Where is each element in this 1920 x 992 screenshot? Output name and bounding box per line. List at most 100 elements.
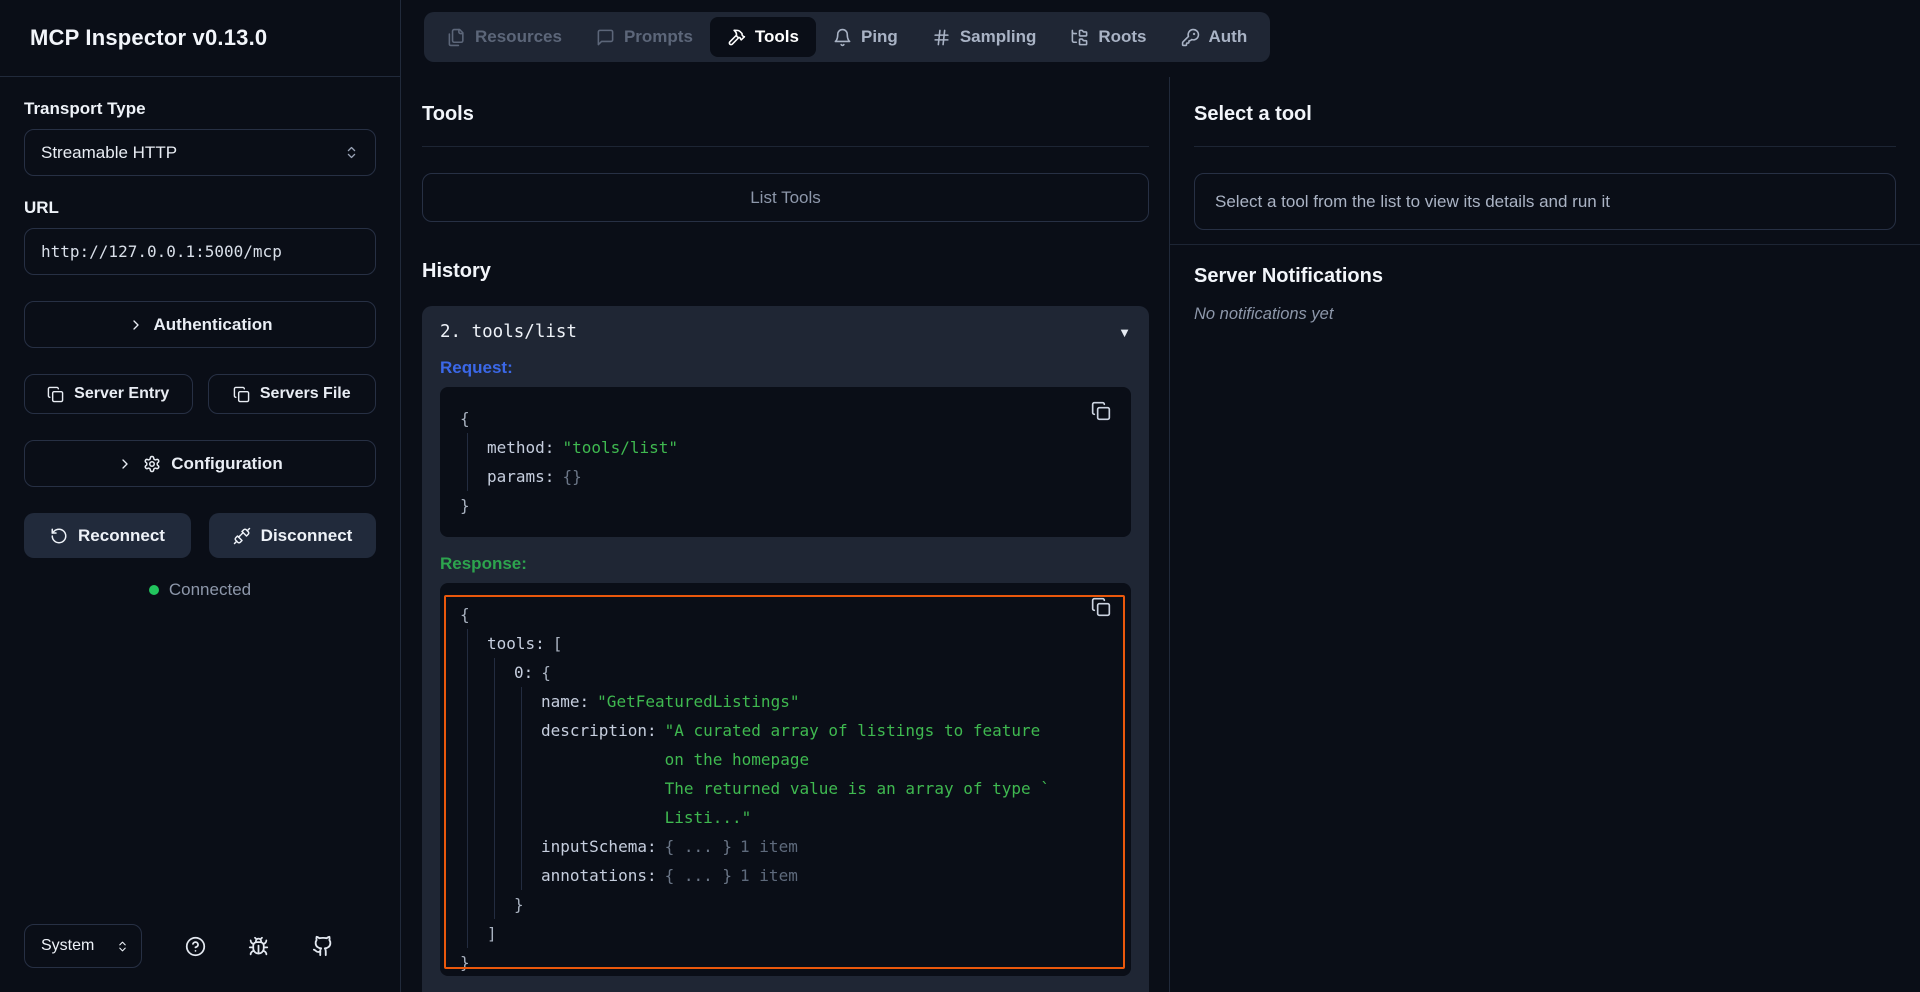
copy-icon <box>1091 401 1111 421</box>
servers-file-label: Servers File <box>260 385 351 403</box>
message-square-icon <box>596 28 615 47</box>
tab-label: Sampling <box>960 27 1037 47</box>
servers-file-button[interactable]: Servers File <box>208 374 377 414</box>
code-line: ] <box>487 919 1111 948</box>
sidebar: MCP Inspector v0.13.0 Transport Type Str… <box>0 0 401 992</box>
tab-sampling[interactable]: Sampling <box>915 17 1054 57</box>
history-entry: 2. tools/list ▼ Request: { method:"tools… <box>422 306 1149 992</box>
server-entry-button[interactable]: Server Entry <box>24 374 193 414</box>
history-entry-header[interactable]: 2. tools/list ▼ <box>440 322 1131 342</box>
nav-tabs: Resources Prompts Tools <box>424 12 1270 62</box>
transport-type-label: Transport Type <box>24 99 376 119</box>
footer-icons <box>142 935 376 957</box>
reconnect-button[interactable]: Reconnect <box>24 513 191 558</box>
tab-auth[interactable]: Auth <box>1164 17 1265 57</box>
tab-label: Roots <box>1098 27 1146 47</box>
history-entry-title: 2. tools/list <box>440 322 577 342</box>
code-line: { <box>460 600 1111 629</box>
authentication-button[interactable]: Authentication <box>24 301 376 348</box>
tab-prompts[interactable]: Prompts <box>579 17 710 57</box>
chevrons-up-down-icon <box>344 145 359 160</box>
hash-icon <box>932 28 951 47</box>
connection-buttons-row: Reconnect Disconnect <box>24 513 376 558</box>
files-icon <box>447 28 466 47</box>
github-icon[interactable] <box>312 935 334 957</box>
help-icon[interactable] <box>185 936 206 957</box>
center-column: Tools List Tools History 2. tools/list ▼… <box>401 77 1170 992</box>
code-line: } <box>460 491 1111 520</box>
theme-select-value: System <box>41 937 94 955</box>
rotate-ccw-icon <box>50 527 68 545</box>
code-indent-block: method:"tools/list" params:{} <box>467 433 1111 491</box>
code-indent-block: tools:[ 0:{ name:"GetFeaturedListings" d… <box>467 629 1111 948</box>
response-label: Response: <box>440 554 1131 574</box>
app-title: MCP Inspector v0.13.0 <box>30 25 370 51</box>
code-line: } <box>460 948 1111 976</box>
copy-request-button[interactable] <box>1091 401 1111 421</box>
authentication-label: Authentication <box>154 315 273 335</box>
code-line: { <box>460 404 1111 433</box>
server-buttons-row: Server Entry Servers File <box>24 374 376 414</box>
code-line: params:{} <box>487 462 1111 491</box>
server-notifications-title: Server Notifications <box>1194 265 1896 288</box>
chevron-right-icon <box>128 317 144 333</box>
tab-ping[interactable]: Ping <box>816 17 915 57</box>
tab-roots[interactable]: Roots <box>1053 17 1163 57</box>
url-label: URL <box>24 198 376 218</box>
tab-tools[interactable]: Tools <box>710 17 816 57</box>
disconnect-button[interactable]: Disconnect <box>209 513 376 558</box>
collapse-triangle-icon[interactable]: ▼ <box>1118 325 1131 340</box>
code-indent-block: 0:{ name:"GetFeaturedListings" descripti… <box>494 658 1111 919</box>
server-entry-label: Server Entry <box>74 385 169 403</box>
tab-label: Prompts <box>624 27 693 47</box>
code-line: } <box>514 890 1111 919</box>
select-tool-title: Select a tool <box>1194 103 1896 126</box>
chevron-right-icon <box>117 456 133 472</box>
status-label: Connected <box>169 580 251 600</box>
sidebar-footer: System <box>0 906 400 992</box>
code-line: 0:{ <box>514 658 1111 687</box>
bell-icon <box>833 28 852 47</box>
copy-response-button[interactable] <box>1091 597 1111 617</box>
bug-icon[interactable] <box>248 936 269 957</box>
list-tools-button[interactable]: List Tools <box>422 173 1149 222</box>
content: Tools List Tools History 2. tools/list ▼… <box>401 77 1920 992</box>
tool-placeholder-box: Select a tool from the list to view its … <box>1194 173 1896 230</box>
connection-status: Connected <box>24 580 376 600</box>
tools-pane-header: Tools <box>422 77 1149 147</box>
main-area: Resources Prompts Tools <box>401 0 1920 992</box>
theme-select[interactable]: System <box>24 924 142 968</box>
code-line: description: "A curated array of listing… <box>541 716 1111 832</box>
history-title: History <box>422 260 1149 283</box>
transport-select-value: Streamable HTTP <box>41 143 177 163</box>
description-string: "A curated array of listings to feature … <box>665 716 1050 832</box>
request-label: Request: <box>440 358 1131 378</box>
sidebar-header: MCP Inspector v0.13.0 <box>0 0 400 77</box>
code-line: annotations:{ ... }1 item <box>541 861 1111 890</box>
tab-label: Auth <box>1209 27 1248 47</box>
select-tool-section: Select a tool Select a tool from the lis… <box>1170 77 1920 244</box>
mcp-inspector-app: MCP Inspector v0.13.0 Transport Type Str… <box>0 0 1920 992</box>
status-dot <box>149 585 159 595</box>
tab-label: Resources <box>475 27 562 47</box>
transport-select[interactable]: Streamable HTTP <box>24 129 376 176</box>
select-tool-header: Select a tool <box>1194 77 1896 147</box>
tab-resources[interactable]: Resources <box>430 17 579 57</box>
code-line: method:"tools/list" <box>487 433 1111 462</box>
code-line: inputSchema:{ ... }1 item <box>541 832 1111 861</box>
tab-label: Ping <box>861 27 898 47</box>
right-column: Select a tool Select a tool from the lis… <box>1170 77 1920 992</box>
notifications-empty-text: No notifications yet <box>1194 305 1896 324</box>
configuration-button[interactable]: Configuration <box>24 440 376 487</box>
unplug-icon <box>233 527 251 545</box>
request-code-block: { method:"tools/list" params:{} } <box>440 387 1131 537</box>
configuration-label: Configuration <box>171 454 282 474</box>
folder-tree-icon <box>1070 28 1089 47</box>
url-input[interactable]: http://127.0.0.1:5000/mcp <box>24 228 376 275</box>
code-indent-block: name:"GetFeaturedListings" description: … <box>521 687 1111 890</box>
copy-icon <box>1091 597 1111 617</box>
reconnect-label: Reconnect <box>78 526 165 546</box>
copy-icon <box>47 386 64 403</box>
nav-row: Resources Prompts Tools <box>401 0 1920 62</box>
hammer-icon <box>727 28 746 47</box>
